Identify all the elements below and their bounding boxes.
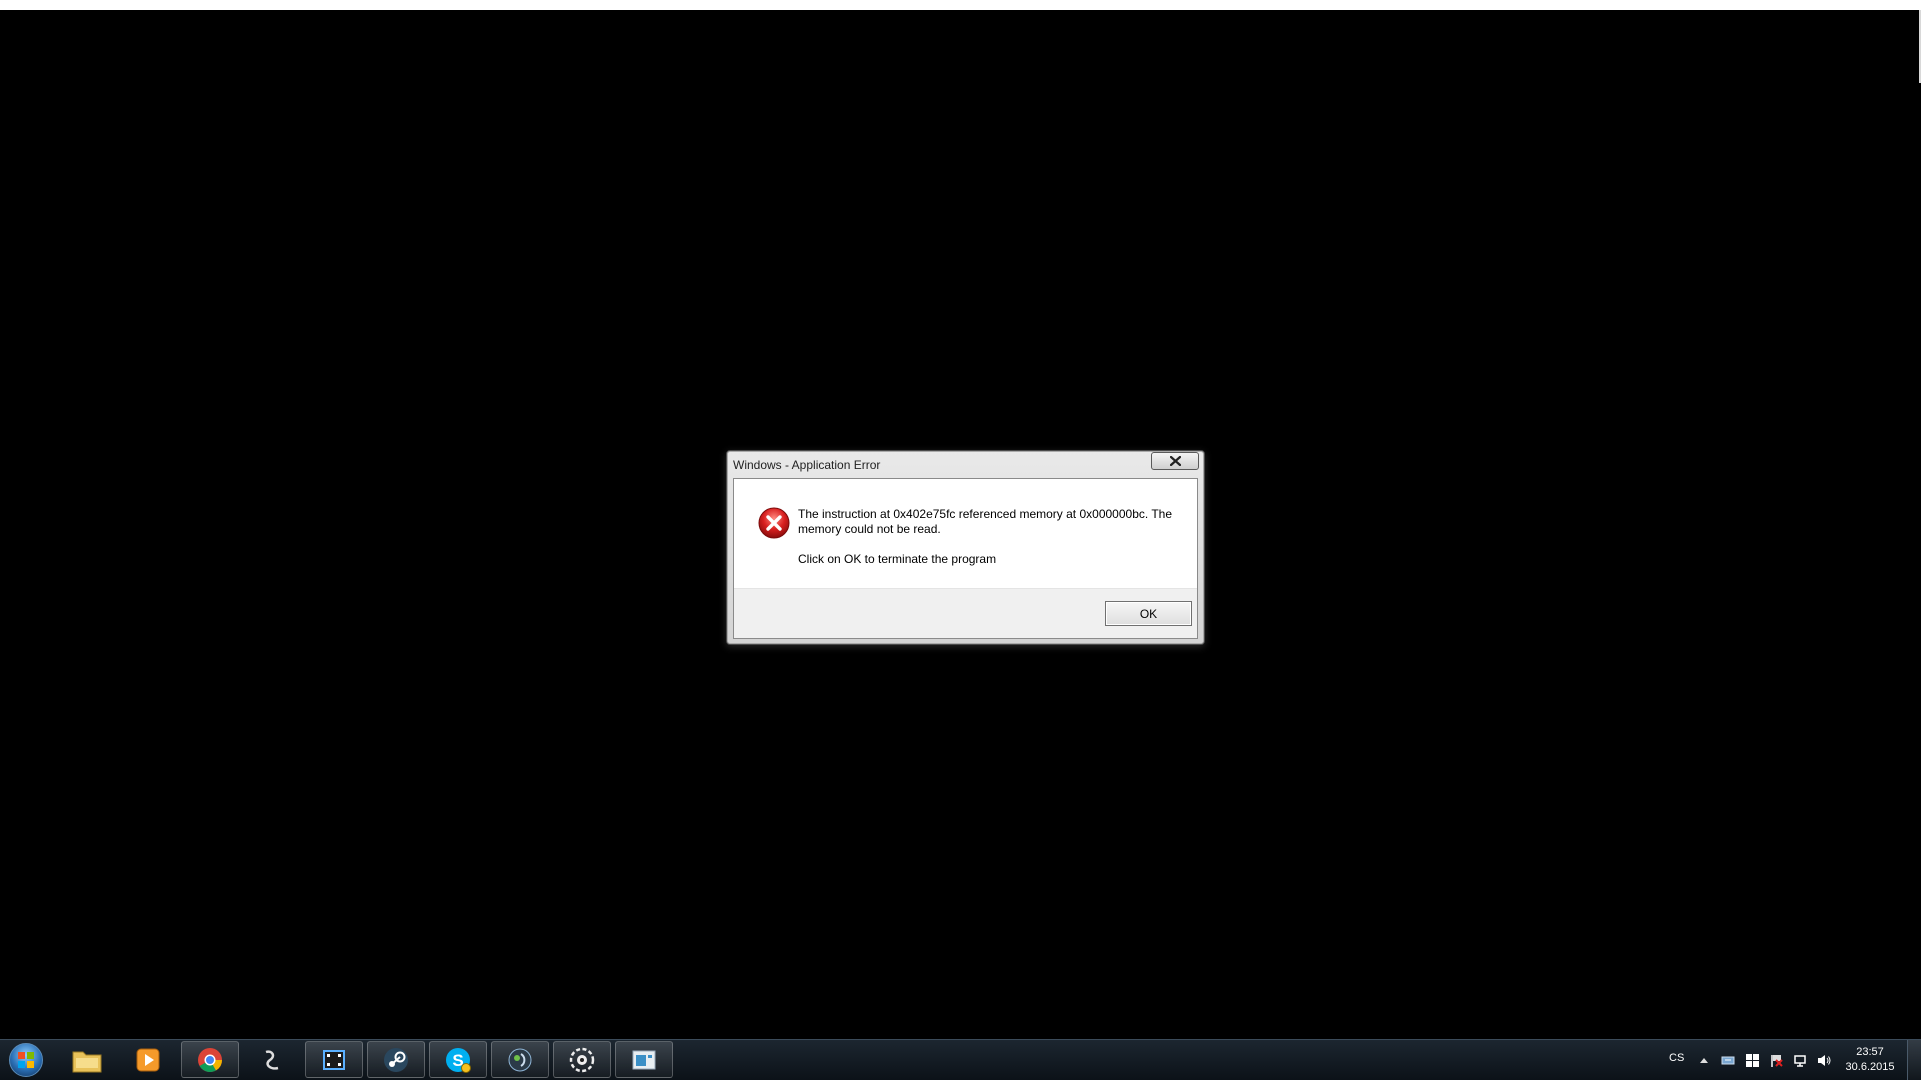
windows-flag-icon (1745, 1053, 1759, 1067)
start-button[interactable] (4, 1042, 48, 1078)
dialog-footer: OK (734, 588, 1197, 638)
movie-maker-icon (323, 1049, 345, 1070)
drive-icon (1721, 1056, 1735, 1065)
tray-network-icon[interactable] (1793, 1053, 1807, 1067)
clock-time[interactable]: 23:57 (1840, 1046, 1900, 1058)
taskbar-gear-app[interactable] (553, 1041, 611, 1078)
chevron-up-icon (1700, 1058, 1708, 1063)
media-center-icon (508, 1048, 532, 1071)
tray-volume-icon[interactable] (1817, 1053, 1831, 1067)
clock-date[interactable]: 30.6.2015 (1840, 1061, 1900, 1073)
taskbar-media-player[interactable] (119, 1041, 177, 1078)
taskbar-skype[interactable]: S (429, 1041, 487, 1078)
tray-action-center-icon[interactable] (1769, 1053, 1783, 1067)
ok-button[interactable]: OK (1105, 601, 1192, 626)
taskbar-file-explorer[interactable] (58, 1041, 116, 1078)
network-icon (1794, 1054, 1806, 1067)
gear-app-icon (569, 1047, 595, 1072)
taskbar: S CS 23:57 30.6.2015 (0, 1039, 1921, 1080)
dota-icon (265, 1049, 279, 1070)
error-icon (758, 507, 790, 539)
tray-windows-icon[interactable] (1745, 1053, 1759, 1067)
speaker-icon (1818, 1054, 1831, 1066)
chrome-icon (198, 1047, 222, 1072)
action-center-flag-icon (1770, 1054, 1783, 1067)
taskbar-steam[interactable] (367, 1041, 425, 1078)
skype-icon: S (446, 1047, 471, 1073)
error-message: The instruction at 0x402e75fc referenced… (798, 507, 1183, 567)
dialog-body: The instruction at 0x402e75fc referenced… (733, 478, 1198, 639)
dialog-titlebar[interactable]: Windows - Application Error (727, 451, 1204, 477)
file-explorer-icon (72, 1051, 102, 1072)
show-desktop-button[interactable] (1907, 1040, 1921, 1080)
taskbar-chrome[interactable] (181, 1041, 239, 1078)
dialog-title: Windows - Application Error (733, 458, 881, 472)
tray-network-drive-icon[interactable] (1721, 1053, 1735, 1067)
windows-start-orb-icon (9, 1043, 43, 1077)
taskbar-media-center[interactable] (491, 1041, 549, 1078)
error-dialog: Windows - Application Error The instruct… (726, 450, 1205, 645)
language-indicator[interactable]: CS (1669, 1052, 1684, 1064)
show-hidden-icons-button[interactable] (1697, 1053, 1711, 1067)
steam-icon (384, 1047, 408, 1072)
taskbar-dota[interactable] (243, 1041, 301, 1078)
window-app-icon (632, 1050, 656, 1069)
top-white-strip (0, 0, 1921, 10)
error-message-line2: Click on OK to terminate the program (798, 552, 997, 566)
taskbar-window-app[interactable] (615, 1041, 673, 1078)
close-button[interactable] (1151, 452, 1199, 470)
close-icon (1169, 456, 1181, 466)
taskbar-movie-maker[interactable] (305, 1041, 363, 1078)
media-player-icon (136, 1048, 160, 1071)
error-message-line1: The instruction at 0x402e75fc referenced… (798, 507, 1172, 536)
